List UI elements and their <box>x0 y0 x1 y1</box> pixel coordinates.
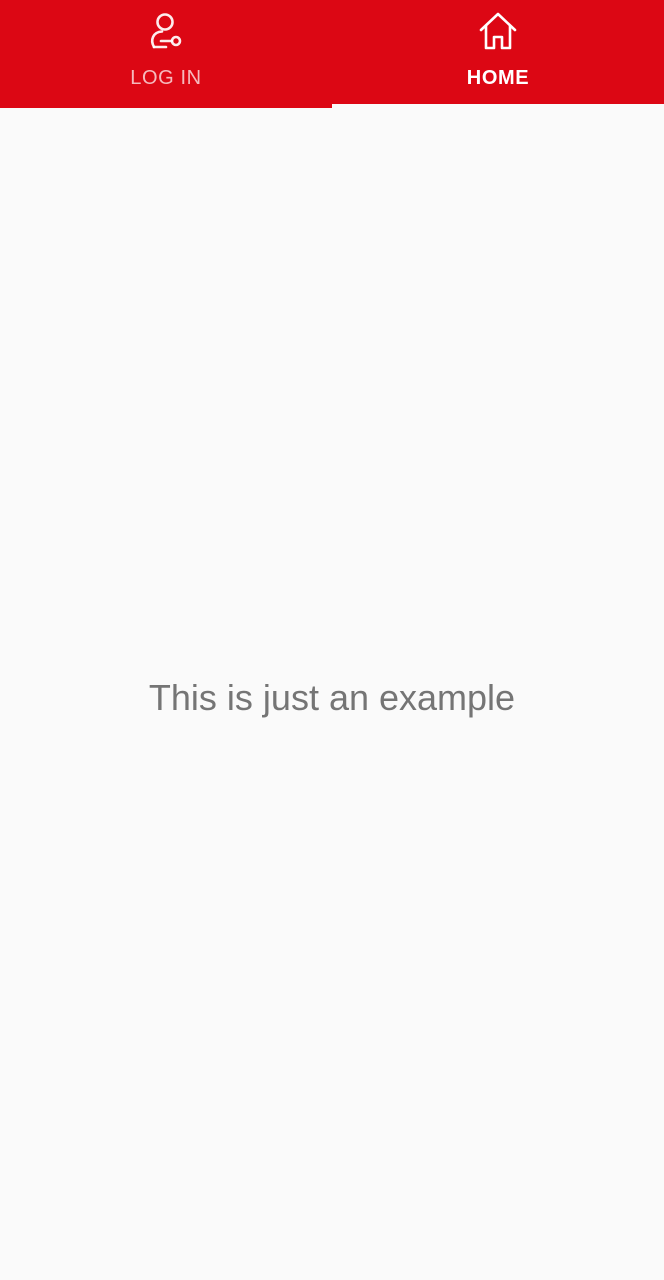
tab-log-in[interactable]: LOG IN <box>0 0 332 108</box>
tab-home-label: HOME <box>466 67 530 89</box>
user-key-icon <box>145 10 187 52</box>
main-text: This is just an example <box>148 677 516 718</box>
home-icon <box>477 10 519 52</box>
tab-bar: LOG IN HOME <box>0 0 664 108</box>
main-content: This is just an example <box>0 108 664 1280</box>
tab-log-in-label: LOG IN <box>130 67 202 89</box>
tab-home[interactable]: HOME <box>332 0 664 108</box>
